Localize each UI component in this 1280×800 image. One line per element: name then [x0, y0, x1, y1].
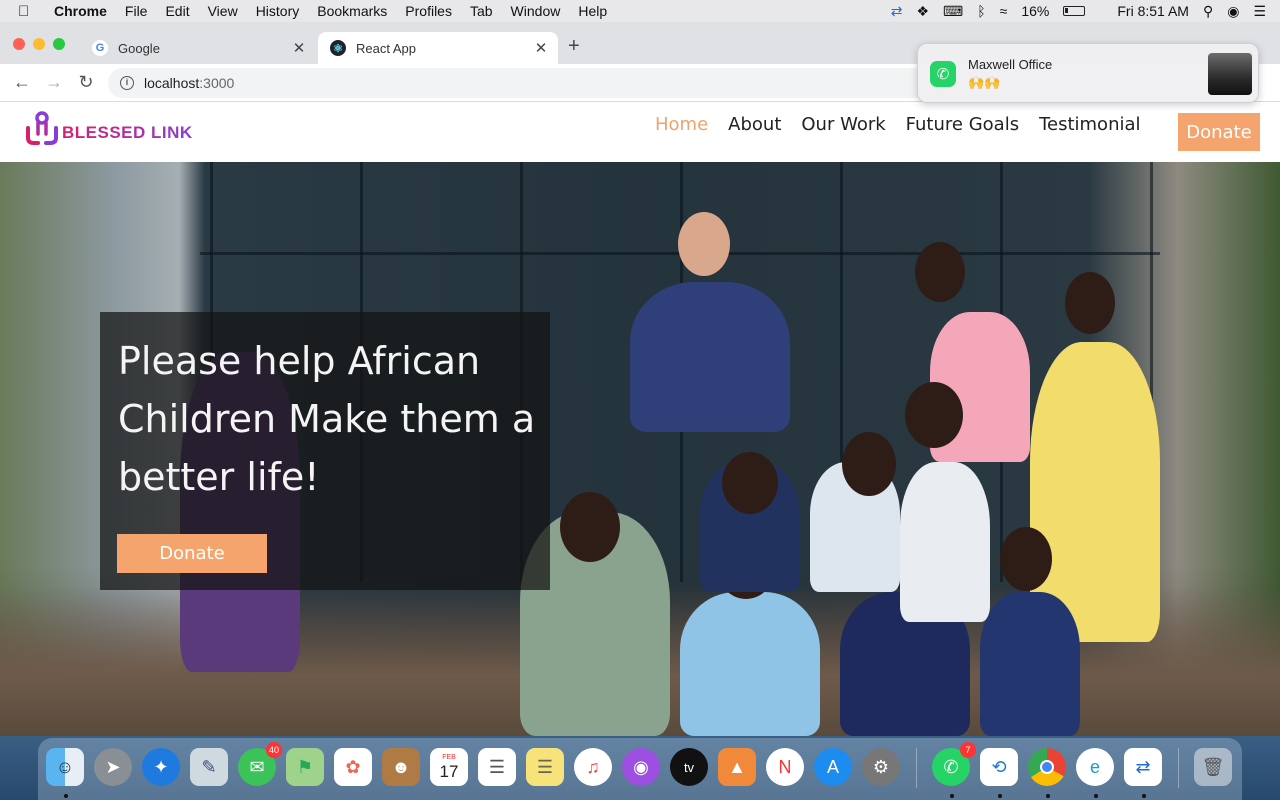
tab-react-app[interactable]: ⚛ React App ✕ [318, 32, 558, 64]
forward-button[interactable]: → [44, 72, 64, 93]
brand-logo[interactable]: BLESSED LINK [22, 106, 193, 146]
calendar-day: 17 [439, 761, 459, 781]
menu-bookmarks[interactable]: Bookmarks [317, 3, 387, 19]
menu-history[interactable]: History [256, 3, 300, 19]
zoom-window-button[interactable] [53, 38, 65, 50]
trash-icon[interactable]: 🗑 [1194, 748, 1232, 786]
photos-icon[interactable]: ✿ [334, 748, 372, 786]
control-center-icon[interactable]: ☰ [1253, 0, 1266, 22]
finder-icon[interactable]: ☺ [46, 748, 84, 786]
menu-tab[interactable]: Tab [470, 3, 493, 19]
hero-headline: Please help African Children Make them a… [118, 339, 536, 499]
whatsapp-badge: 7 [960, 742, 976, 758]
battery-percent: 16% [1021, 3, 1050, 19]
dropbox-icon[interactable]: ❖ [916, 0, 929, 22]
edge-icon[interactable]: e [1076, 748, 1114, 786]
sender-avatar [1208, 53, 1252, 95]
dock: ☺ ➤ ✦ ✎ ✉ 40 ⚑ ✿ ☻ FEB 17 ☰ ☰ ♫ ◉ tv ▲ N … [38, 738, 1242, 800]
calendar-month: FEB [442, 753, 456, 761]
tab-google[interactable]: G Google ✕ [80, 32, 316, 64]
vscode-icon[interactable]: ⟲ [980, 748, 1018, 786]
header-donate-button[interactable]: Donate [1178, 113, 1260, 151]
hero-donate-button[interactable]: Donate [117, 534, 267, 573]
siri-icon[interactable]: ◉ [1227, 0, 1239, 22]
url-host: localhost [144, 75, 200, 91]
reload-button[interactable]: ↻ [76, 72, 96, 93]
podcasts-icon[interactable]: ◉ [622, 748, 660, 786]
apple-icon[interactable]:  [18, 3, 40, 20]
wifi-icon[interactable]: ≈ [1000, 0, 1008, 22]
launchpad-icon[interactable]: ➤ [94, 748, 132, 786]
menu-window[interactable]: Window [511, 3, 561, 19]
logo-mark-icon [26, 111, 58, 145]
tv-label: tv [683, 759, 695, 775]
spotlight-icon[interactable]: ⚲ [1203, 0, 1213, 22]
messages-badge: 40 [265, 742, 282, 758]
notification-sender: Maxwell Office [968, 57, 1053, 72]
app-store-icon[interactable]: A [814, 748, 852, 786]
tab-title: Google [118, 40, 160, 56]
keyboard-icon[interactable]: ⌨ [943, 0, 963, 22]
notes-icon[interactable]: ☰ [526, 748, 564, 786]
teamviewer-status-icon[interactable]: ⇄ [891, 0, 903, 22]
address-bar[interactable]: i localhost:3000 [108, 68, 928, 98]
url-port: :3000 [199, 75, 235, 91]
battery-icon[interactable] [1063, 6, 1086, 16]
chrome-icon[interactable] [1028, 748, 1066, 786]
tab-title: React App [356, 40, 416, 56]
clock[interactable]: Fri 8:51 AM [1117, 3, 1189, 19]
settings-icon[interactable]: ⚙ [862, 748, 900, 786]
nav-about[interactable]: About [728, 114, 781, 135]
site-info-icon[interactable]: i [120, 76, 134, 90]
nav-future-goals[interactable]: Future Goals [906, 114, 1019, 135]
maps-icon[interactable]: ⚑ [286, 748, 324, 786]
close-tab-icon[interactable]: ✕ [288, 39, 310, 57]
site-header: BLESSED LINK Home About Our Work Future … [0, 102, 1280, 162]
calendar-icon[interactable]: FEB 17 [430, 748, 468, 786]
google-icon: G [92, 40, 108, 56]
menu-profiles[interactable]: Profiles [405, 3, 452, 19]
keynote-icon[interactable]: ▲ [718, 748, 756, 786]
nav-our-work[interactable]: Our Work [801, 114, 885, 135]
close-window-button[interactable] [13, 38, 25, 50]
whatsapp-notification[interactable]: ✆ Maxwell Office 🙌🙌 [917, 43, 1259, 103]
contacts-icon[interactable]: ☻ [382, 748, 420, 786]
nav-testimonial[interactable]: Testimonial [1039, 114, 1140, 135]
bluetooth-icon[interactable]: ᛒ [977, 0, 985, 22]
safari-icon[interactable]: ✦ [142, 748, 180, 786]
preview-icon[interactable]: ✎ [190, 748, 228, 786]
messages-icon[interactable]: ✉ 40 [238, 742, 282, 786]
hero-section: Please help African Children Make them a… [0, 162, 1280, 736]
reminders-icon[interactable]: ☰ [478, 748, 516, 786]
menu-view[interactable]: View [208, 3, 238, 19]
whatsapp-icon: ✆ [930, 61, 956, 87]
nav-home[interactable]: Home [655, 114, 708, 135]
back-button[interactable]: ← [12, 72, 32, 93]
menu-bar:  Chrome File Edit View History Bookmark… [0, 0, 1280, 22]
music-icon[interactable]: ♫ [574, 748, 612, 786]
teamviewer-icon[interactable]: ⇄ [1124, 748, 1162, 786]
new-tab-button[interactable]: + [568, 35, 580, 58]
notification-message: 🙌🙌 [968, 75, 1001, 90]
web-page: BLESSED LINK Home About Our Work Future … [0, 102, 1280, 736]
whatsapp-icon[interactable]: ✆ 7 [932, 742, 976, 786]
tv-icon[interactable]: tv [670, 748, 708, 786]
brand-name: BLESSED LINK [62, 123, 193, 146]
news-icon[interactable]: N [766, 748, 804, 786]
react-icon: ⚛ [330, 40, 346, 56]
close-tab-icon[interactable]: ✕ [530, 39, 552, 57]
menu-app-chrome[interactable]: Chrome [54, 3, 107, 19]
hero-overlay: Please help African Children Make them a… [100, 312, 550, 590]
menu-file[interactable]: File [125, 3, 148, 19]
minimize-window-button[interactable] [33, 38, 45, 50]
menu-edit[interactable]: Edit [165, 3, 189, 19]
menu-help[interactable]: Help [578, 3, 607, 19]
status-area: ⇄ ❖ ⌨ ᛒ ≈ 16% Fri 8:51 AM ⚲ ◉ ☰ [891, 0, 1266, 22]
site-nav: Home About Our Work Future Goals Testimo… [655, 114, 1141, 135]
